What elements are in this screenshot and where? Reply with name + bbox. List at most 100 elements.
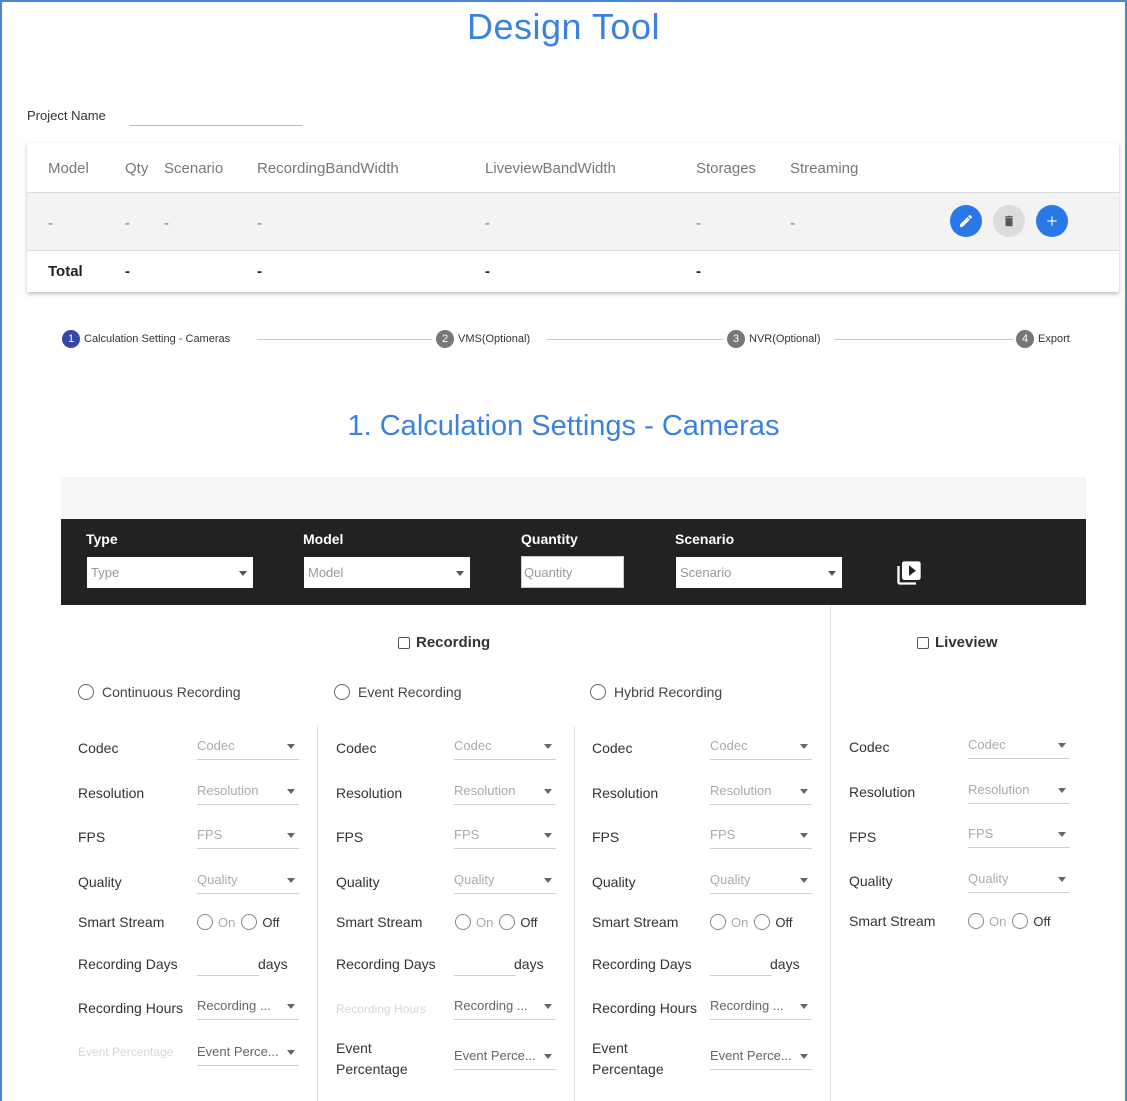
event-percentage-select[interactable]: Event Perce...	[454, 1044, 556, 1070]
recording-days-input[interactable]	[197, 954, 259, 976]
recording-days-input[interactable]	[710, 954, 772, 976]
resolution-select[interactable]: Resolution	[968, 778, 1070, 804]
smart-stream-off-radio[interactable]	[241, 914, 258, 930]
fps-select[interactable]: FPS	[710, 823, 812, 849]
step-connector	[257, 339, 432, 340]
chevron-down-icon	[544, 1004, 552, 1009]
codec-select-value: Codec	[968, 737, 1006, 752]
smart-stream-off-radio[interactable]	[499, 914, 516, 930]
chevron-down-icon	[287, 833, 295, 838]
chevron-down-icon	[544, 833, 552, 838]
chevron-down-icon	[800, 833, 808, 838]
smart-stream-on-radio[interactable]	[455, 914, 471, 930]
fps-select[interactable]: FPS	[968, 822, 1070, 848]
smart-stream-label: Smart Stream	[336, 914, 423, 930]
fps-select[interactable]: FPS	[197, 823, 299, 849]
step-number: 4	[1016, 330, 1034, 348]
smart-stream-on-radio[interactable]	[197, 914, 213, 930]
resolution-select[interactable]: Resolution	[197, 779, 299, 805]
quality-label: Quality	[78, 874, 122, 890]
chevron-down-icon	[1058, 832, 1066, 837]
play-library-icon[interactable]	[895, 559, 923, 587]
recording-toggle[interactable]: Recording	[398, 634, 490, 651]
event-percentage-label-line2: Percentage	[592, 1061, 664, 1077]
radio-label: Continuous Recording	[102, 684, 241, 700]
smart-stream-radios[interactable]: On Off	[455, 914, 537, 930]
smart-stream-off-label: Off	[262, 914, 280, 930]
recording-checkbox[interactable]	[398, 636, 410, 649]
smart-stream-off-label: Off	[775, 914, 793, 930]
quality-select[interactable]: Quality	[968, 867, 1070, 893]
event-percentage-label-line1: Event	[336, 1040, 372, 1056]
smart-stream-radios[interactable]: On Off	[197, 914, 279, 930]
edit-button[interactable]	[950, 205, 982, 237]
recording-hours-select[interactable]: Recording ...	[710, 994, 812, 1020]
recording-hours-select[interactable]: Recording ...	[197, 994, 299, 1020]
step-nvr[interactable]: 3 NVR(Optional)	[727, 330, 821, 348]
codec-select[interactable]: Codec	[454, 734, 556, 760]
step-number: 2	[436, 330, 454, 348]
codec-select[interactable]: Codec	[197, 734, 299, 760]
chevron-down-icon	[800, 878, 808, 883]
cell-liveview-bandwidth: -	[485, 215, 490, 232]
smart-stream-on-radio[interactable]	[710, 914, 726, 930]
liveview-label: Liveview	[935, 634, 998, 651]
chevron-down-icon	[287, 1004, 295, 1009]
liveview-checkbox[interactable]	[917, 636, 929, 649]
chevron-down-icon	[239, 571, 247, 576]
fps-select[interactable]: FPS	[454, 823, 556, 849]
event-percentage-select[interactable]: Event Perce...	[197, 1040, 299, 1066]
model-label: Model	[303, 531, 344, 547]
fps-label: FPS	[849, 829, 877, 845]
smart-stream-off-radio[interactable]	[754, 914, 771, 930]
type-select[interactable]: Type	[87, 557, 253, 588]
resolution-label: Resolution	[78, 785, 145, 801]
days-unit: days	[258, 956, 288, 972]
camera-filter-bar: Type Type Model Model Quantity Quantity …	[61, 519, 1086, 605]
col-streaming: Streaming	[790, 160, 859, 177]
codec-select[interactable]: Codec	[710, 734, 812, 760]
smart-stream-label: Smart Stream	[849, 913, 936, 929]
chevron-down-icon	[287, 878, 295, 883]
liveview-toggle[interactable]: Liveview	[917, 634, 998, 651]
delete-button[interactable]	[993, 205, 1025, 237]
resolution-label: Resolution	[336, 785, 403, 801]
radio-button[interactable]	[590, 684, 606, 700]
fps-label: FPS	[592, 829, 620, 845]
recording-days-label: Recording Days	[592, 956, 692, 972]
step-number: 3	[727, 330, 745, 348]
radio-label: Hybrid Recording	[614, 684, 723, 700]
recording-hours-label: Recording Hours	[78, 1000, 184, 1016]
quality-select[interactable]: Quality	[197, 868, 299, 894]
event-percentage-select[interactable]: Event Perce...	[710, 1044, 812, 1070]
smart-stream-off-radio[interactable]	[1012, 913, 1029, 929]
continuous-recording-option[interactable]: Continuous Recording	[78, 684, 241, 700]
step-calculation-setting[interactable]: 1 Calculation Setting - Cameras	[62, 330, 231, 348]
add-button[interactable]	[1036, 205, 1068, 237]
recording-hours-select[interactable]: Recording ...	[454, 994, 556, 1020]
model-select[interactable]: Model	[304, 557, 470, 588]
resolution-select[interactable]: Resolution	[454, 779, 556, 805]
scenario-select[interactable]: Scenario	[676, 557, 842, 588]
recording-days-input[interactable]	[454, 954, 516, 976]
step-export[interactable]: 4 Export	[1016, 330, 1070, 348]
smart-stream-radios[interactable]: On Off	[968, 913, 1050, 929]
cell-qty: -	[125, 215, 130, 232]
days-unit: days	[770, 956, 800, 972]
quantity-input[interactable]: Quantity	[521, 556, 624, 588]
quality-select[interactable]: Quality	[454, 868, 556, 894]
radio-button[interactable]	[334, 684, 350, 700]
event-recording-option[interactable]: Event Recording	[334, 684, 462, 700]
chevron-down-icon	[544, 789, 552, 794]
radio-button[interactable]	[78, 684, 94, 700]
quality-select[interactable]: Quality	[710, 868, 812, 894]
hybrid-recording-option[interactable]: Hybrid Recording	[590, 684, 722, 700]
codec-select[interactable]: Codec	[968, 733, 1070, 759]
project-name-input[interactable]	[129, 104, 303, 126]
step-vms[interactable]: 2 VMS(Optional)	[436, 330, 531, 348]
resolution-select[interactable]: Resolution	[710, 779, 812, 805]
smart-stream-on-radio[interactable]	[968, 913, 984, 929]
event-percentage-label-line1: Event	[592, 1040, 628, 1056]
smart-stream-radios[interactable]: On Off	[710, 914, 792, 930]
col-liveview-bandwidth: LiveviewBandWidth	[485, 160, 616, 177]
